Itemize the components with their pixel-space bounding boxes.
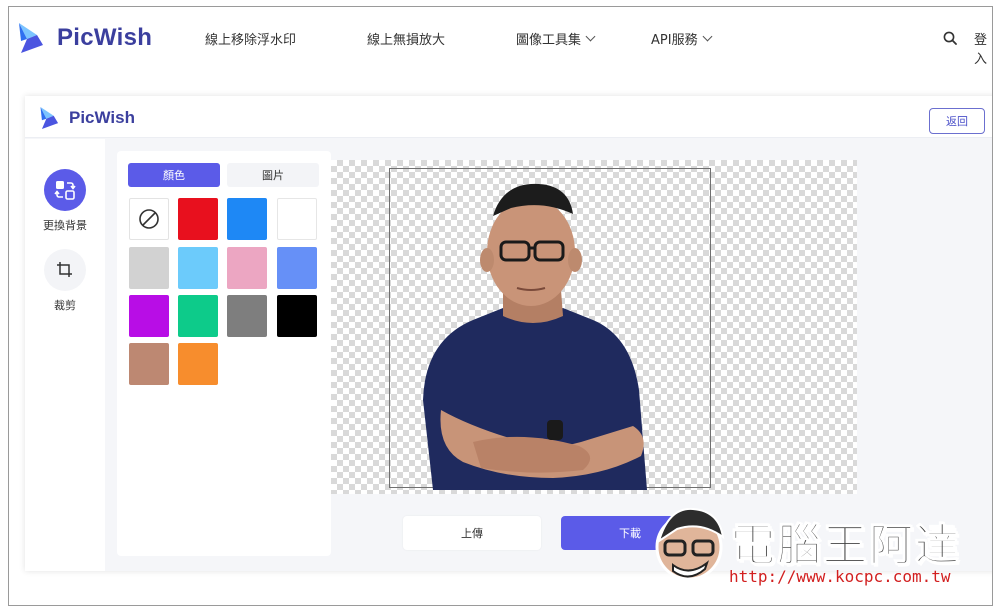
nav-upscale[interactable]: 線上無損放大 — [367, 29, 445, 48]
nav-label: 圖像工具集 — [516, 33, 582, 48]
nav-label: 線上移除浮水印 — [205, 33, 297, 48]
background-panel: 顏色 圖片 — [117, 151, 331, 556]
tool-label: 裁剪 — [54, 299, 76, 312]
nav-remove-watermark[interactable]: 線上移除浮水印 — [205, 29, 296, 48]
swatch-sky-blue[interactable] — [178, 247, 218, 289]
watermark: 電腦王阿達 http://www.kocpc.com.tw — [649, 501, 969, 597]
swatch-blue[interactable] — [227, 198, 267, 240]
chevron-down-icon — [702, 31, 713, 42]
swatch-gray[interactable] — [227, 295, 267, 337]
chevron-down-icon — [585, 31, 596, 42]
crop-icon — [44, 249, 86, 291]
swatch-green[interactable] — [178, 295, 218, 337]
nav-label: 線上無損放大 — [367, 33, 446, 48]
tool-change-background[interactable]: 更換背景 — [43, 169, 87, 233]
brand-name: PicWish — [69, 108, 135, 127]
swatch-none[interactable] — [129, 198, 169, 240]
swatch-orange[interactable] — [178, 343, 218, 385]
swatch-purple[interactable] — [129, 295, 169, 337]
swatch-black[interactable] — [277, 295, 317, 337]
login-link[interactable]: 登入 — [974, 29, 992, 67]
nav-image-tools[interactable]: 圖像工具集 — [516, 29, 596, 48]
nav-api-service[interactable]: API服務 — [651, 29, 713, 48]
editor-logo[interactable]: PicWish — [39, 105, 135, 131]
watermark-title: 電腦王阿達 — [731, 520, 961, 572]
no-background-icon — [139, 209, 159, 229]
swatch-periwinkle[interactable] — [277, 247, 317, 289]
top-navigation: PicWish 線上移除浮水印 線上無損放大 圖像工具集 API服務 登入 — [9, 7, 992, 73]
nav-label: API服務 — [651, 33, 698, 48]
swap-background-icon — [44, 169, 86, 211]
swatch-red[interactable] — [178, 198, 218, 240]
swatch-white[interactable] — [277, 198, 317, 240]
upload-button[interactable]: 上傳 — [403, 516, 541, 550]
tab-image[interactable]: 圖片 — [227, 163, 319, 187]
picwish-logo-icon — [40, 107, 59, 129]
mascot-icon — [655, 507, 725, 581]
back-button[interactable]: 返回 — [929, 108, 985, 134]
swatch-pink[interactable] — [227, 247, 267, 289]
tool-label: 更換背景 — [43, 219, 87, 232]
editor-header: PicWish 返回 — [25, 96, 992, 138]
swatch-light-gray[interactable] — [129, 247, 169, 289]
subject-photo — [423, 183, 647, 490]
tool-sidebar: 更換背景 裁剪 — [25, 139, 105, 571]
watermark-url: http://www.kocpc.com.tw — [729, 567, 951, 586]
brand-name: PicWish — [57, 24, 153, 51]
picwish-logo-icon — [19, 23, 43, 53]
image-canvas[interactable] — [331, 160, 857, 494]
search-icon[interactable] — [943, 31, 957, 45]
tool-crop[interactable]: 裁剪 — [43, 249, 87, 313]
browser-frame: PicWish 線上移除浮水印 線上無損放大 圖像工具集 API服務 登入 Pi… — [8, 6, 993, 606]
editor-window: PicWish 返回 更換背景 裁剪 顏色 圖片 上傳 下載 — [25, 96, 992, 571]
tab-color[interactable]: 顏色 — [128, 163, 220, 187]
swatch-brown[interactable] — [129, 343, 169, 385]
site-logo[interactable]: PicWish — [17, 21, 152, 55]
